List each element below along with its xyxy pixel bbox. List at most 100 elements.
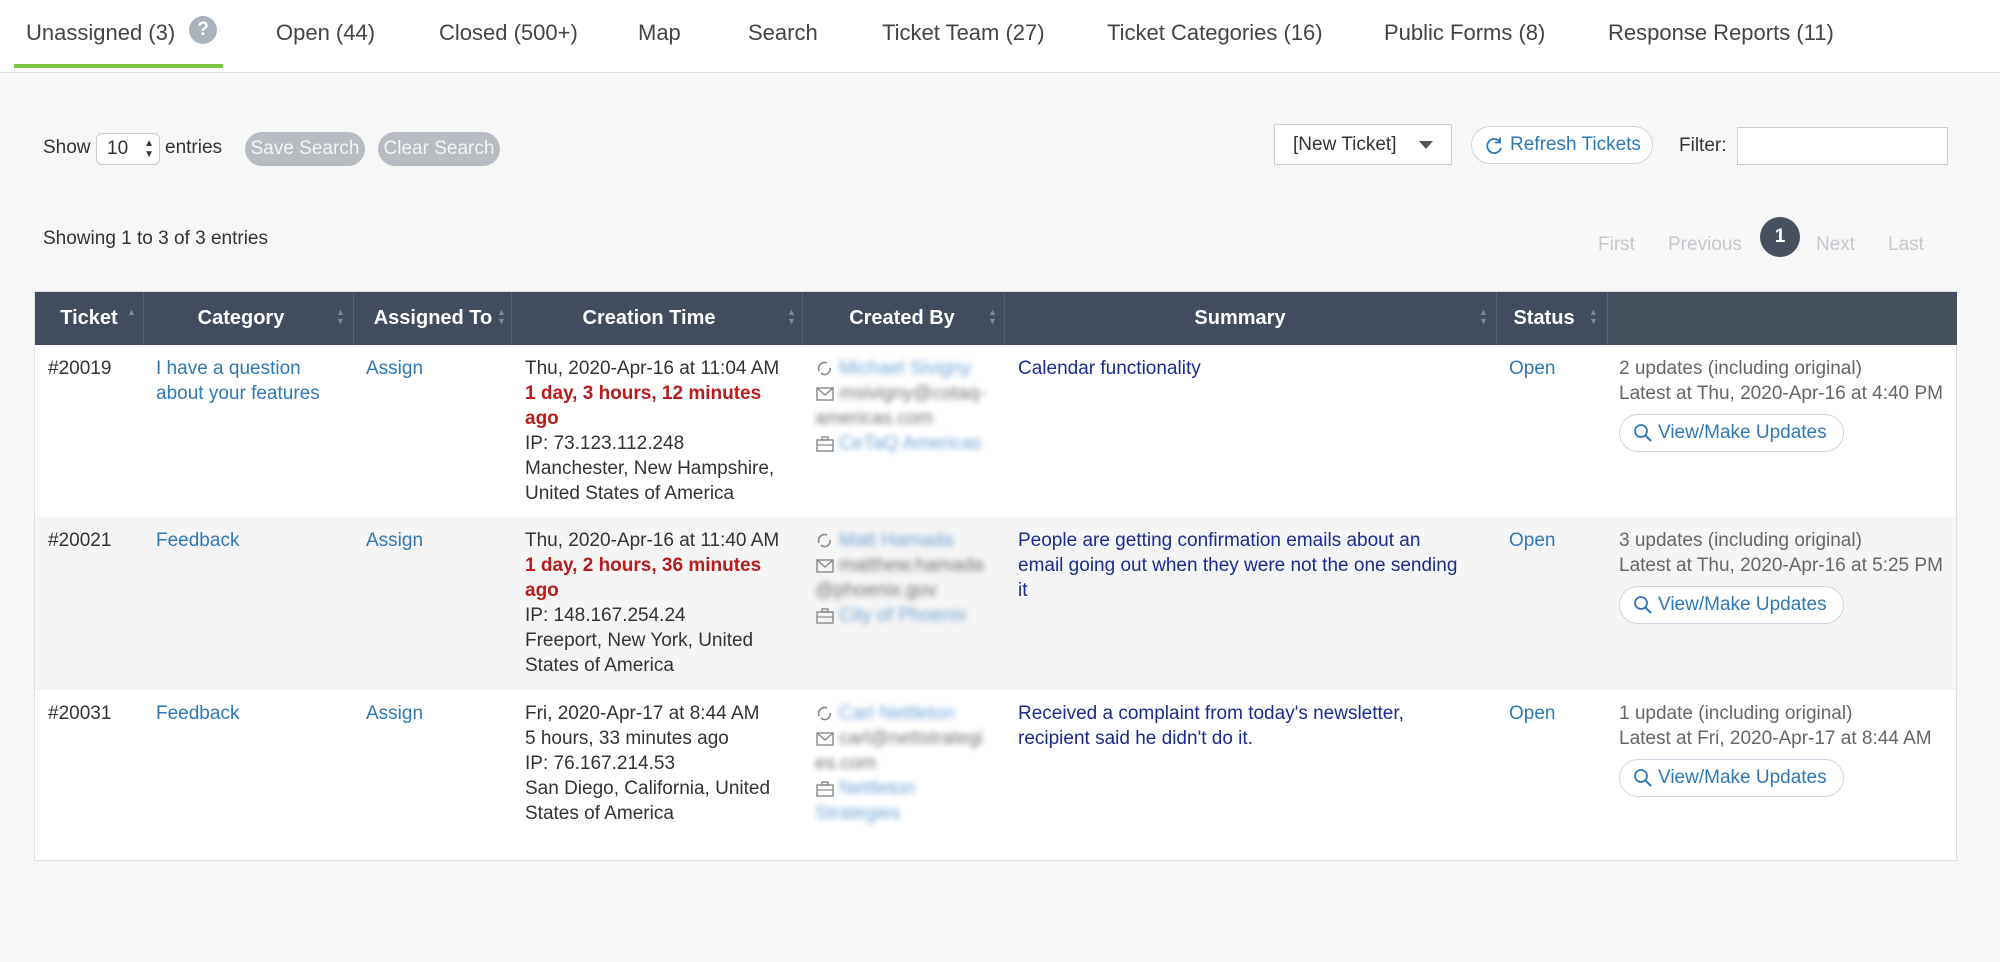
- col-created-by[interactable]: Created By: [802, 292, 1002, 345]
- creator-email[interactable]: matthew.hamada: [839, 555, 984, 576]
- clear-search-button[interactable]: Clear Search: [378, 132, 500, 166]
- envelope-icon: [816, 732, 834, 746]
- creator-email[interactable]: es.com: [815, 753, 876, 774]
- ticket-number[interactable]: #20019: [48, 356, 111, 381]
- assign-link[interactable]: Assign: [366, 356, 423, 381]
- category-link[interactable]: I have a question about your features: [156, 356, 320, 406]
- summary-link[interactable]: Received a complaint from today's newsle…: [1018, 701, 1404, 751]
- summary-line: Calendar functionality: [1018, 358, 1201, 379]
- creator-org[interactable]: Strategies: [815, 803, 901, 824]
- latest-update: Latest at Fri, 2020-Apr-17 at 8:44 AM: [1619, 728, 1932, 749]
- envelope-icon: [816, 387, 834, 401]
- status-link[interactable]: Open: [1509, 528, 1555, 553]
- col-assigned-to[interactable]: Assigned To: [353, 292, 513, 345]
- new-ticket-label: [New Ticket]: [1293, 134, 1397, 155]
- summary-line: People are getting confirmation emails a…: [1018, 530, 1421, 551]
- created-by: Matt Hamada matthew.hamada @phoenix.gov …: [815, 528, 984, 628]
- col-summary[interactable]: Summary: [1004, 292, 1476, 345]
- table-row: #20031 Feedback Assign Fri, 2020-Apr-17 …: [35, 690, 1956, 860]
- sort-icon: ▲ ▼: [1589, 307, 1598, 326]
- pagination-current-page[interactable]: 1: [1760, 217, 1800, 257]
- pagination-previous[interactable]: Previous: [1668, 225, 1742, 265]
- summary-link[interactable]: People are getting confirmation emails a…: [1018, 528, 1457, 603]
- category-link[interactable]: Feedback: [156, 528, 239, 553]
- pagination: First Previous Next Last: [0, 225, 2000, 265]
- status-link[interactable]: Open: [1509, 356, 1555, 381]
- pagination-next[interactable]: Next: [1816, 225, 1855, 265]
- save-search-button[interactable]: Save Search: [245, 132, 365, 166]
- creator-email[interactable]: americas.com: [815, 408, 933, 429]
- ticket-number[interactable]: #20021: [48, 528, 111, 553]
- tab-public-forms[interactable]: Public Forms (8): [1384, 0, 1545, 72]
- updates-info: 3 updates (including original) Latest at…: [1619, 528, 1943, 578]
- magnifier-icon: [1634, 769, 1652, 787]
- category-link[interactable]: Feedback: [156, 701, 239, 726]
- creation-time: Thu, 2020-Apr-16 at 11:40 AM 1 day, 2 ho…: [525, 528, 779, 678]
- summary-line: email going out when they were not the o…: [1018, 555, 1458, 576]
- select-arrows-icon: ▲ ▼: [144, 138, 154, 160]
- entries-select[interactable]: 10 ▲ ▼: [96, 133, 160, 165]
- tab-unassigned[interactable]: Unassigned (3)?: [14, 0, 223, 68]
- view-make-updates-button[interactable]: View/Make Updates: [1619, 586, 1844, 624]
- refresh-tickets-button[interactable]: Refresh Tickets: [1471, 126, 1653, 164]
- creator-org[interactable]: Nettleton: [839, 778, 915, 799]
- creator-email[interactable]: carl@nettstrategi: [839, 728, 983, 749]
- sort-icon: ▲ ▼: [1479, 307, 1488, 326]
- creator-name[interactable]: Matt Hamada: [839, 530, 953, 551]
- summary-line: Received a complaint from today's newsle…: [1018, 703, 1404, 724]
- location: States of America: [525, 803, 674, 824]
- button-label: View/Make Updates: [1658, 422, 1827, 443]
- category-line: Feedback: [156, 530, 240, 551]
- tab-ticket-categories[interactable]: Ticket Categories (16): [1107, 0, 1323, 72]
- briefcase-icon: [816, 436, 834, 452]
- sort-icon: ▲: [127, 307, 136, 317]
- tickets-table: Ticket ▲ Category ▲ ▼ Assigned To ▲ ▼ Crea…: [34, 291, 1957, 861]
- latest-update: Latest at Thu, 2020-Apr-16 at 5:25 PM: [1619, 555, 1943, 576]
- tab-response-reports[interactable]: Response Reports (11): [1608, 0, 1834, 72]
- ip-address: IP: 148.167.254.24: [525, 605, 686, 626]
- view-make-updates-button[interactable]: View/Make Updates: [1619, 414, 1844, 452]
- col-creation-time[interactable]: Creation Time: [511, 292, 787, 345]
- view-make-updates-button[interactable]: View/Make Updates: [1619, 759, 1844, 797]
- ticket-number[interactable]: #20031: [48, 701, 111, 726]
- location: United States of America: [525, 483, 735, 504]
- assign-link[interactable]: Assign: [366, 528, 423, 553]
- creator-org[interactable]: CeTaQ Americas: [839, 433, 982, 454]
- col-status[interactable]: Status: [1496, 292, 1592, 345]
- tab-closed[interactable]: Closed (500+): [439, 0, 578, 72]
- new-ticket-dropdown[interactable]: [New Ticket]: [1274, 124, 1452, 165]
- entries-label: entries: [165, 137, 223, 158]
- updates-count: 1 update (including original): [1619, 703, 1853, 724]
- updates-count: 2 updates (including original): [1619, 358, 1862, 379]
- location: San Diego, California, United: [525, 778, 771, 799]
- assign-link[interactable]: Assign: [366, 701, 423, 726]
- tab-map[interactable]: Map: [638, 0, 681, 72]
- help-icon[interactable]: ?: [189, 16, 218, 45]
- creator-name[interactable]: Michael Sivigny: [839, 358, 971, 379]
- col-ticket[interactable]: Ticket: [35, 292, 143, 345]
- status-link[interactable]: Open: [1509, 701, 1555, 726]
- tab-ticket-team[interactable]: Ticket Team (27): [882, 0, 1045, 72]
- pagination-last[interactable]: Last: [1888, 225, 1924, 265]
- creator-email[interactable]: msivigny@cotaq-: [839, 383, 985, 404]
- creator-org[interactable]: City of Phoenix: [839, 605, 967, 626]
- col-category[interactable]: Category: [143, 292, 339, 345]
- refresh-icon: [1486, 137, 1502, 154]
- pagination-first[interactable]: First: [1598, 225, 1635, 265]
- creator-name[interactable]: Carl Nettleton: [839, 703, 955, 724]
- tab-open[interactable]: Open (44): [276, 0, 375, 72]
- creation-time: Fri, 2020-Apr-17 at 8:44 AM 5 hours, 33 …: [525, 701, 770, 826]
- age-overdue: 1 day, 3 hours, 12 minutes: [525, 383, 762, 404]
- phone-icon: [817, 533, 831, 548]
- created-by: Carl Nettleton carl@nettstrategi es.com …: [815, 701, 983, 826]
- filter-input[interactable]: [1737, 127, 1948, 165]
- created-at: Thu, 2020-Apr-16 at 11:40 AM: [525, 530, 780, 551]
- summary-link[interactable]: Calendar functionality: [1018, 356, 1201, 381]
- button-label: View/Make Updates: [1658, 594, 1827, 615]
- phone-icon: [817, 706, 831, 721]
- creator-email[interactable]: @phoenix.gov: [815, 580, 937, 601]
- location: States of America: [525, 655, 674, 676]
- tab-search[interactable]: Search: [748, 0, 818, 72]
- briefcase-icon: [816, 608, 834, 624]
- latest-update: Latest at Thu, 2020-Apr-16 at 4:40 PM: [1619, 383, 1943, 404]
